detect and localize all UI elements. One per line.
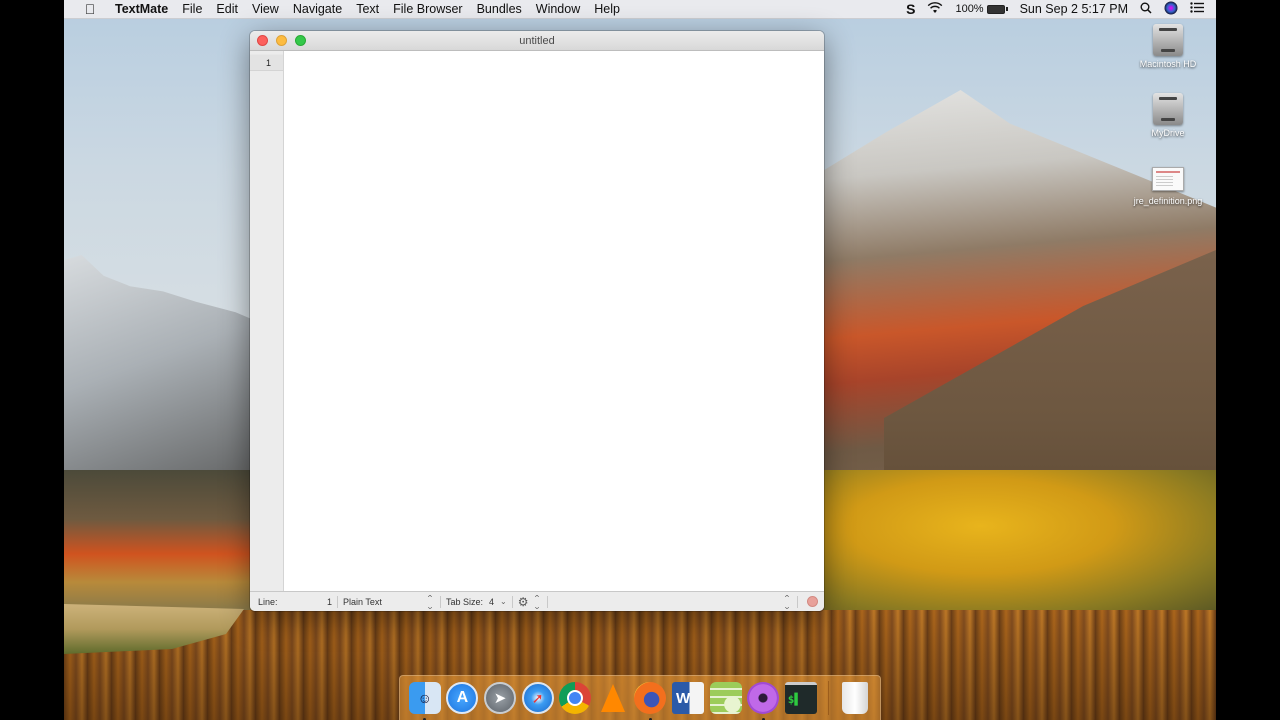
status-s-icon[interactable]: S	[906, 1, 915, 17]
menu-help[interactable]: Help	[587, 0, 627, 19]
battery-icon	[986, 4, 1005, 14]
dock-chrome[interactable]	[559, 681, 592, 715]
apple-icon[interactable]: 	[78, 1, 102, 17]
hard-drive-icon	[1153, 93, 1183, 125]
desktop-icon-mydrive[interactable]: MyDrive	[1120, 93, 1216, 138]
app-store-icon: A	[446, 682, 479, 714]
dock-finder[interactable]: ☺	[408, 681, 441, 720]
dock-database-browser[interactable]	[709, 681, 742, 715]
dock-app-store[interactable]: A	[446, 681, 479, 715]
text-editor-area[interactable]	[284, 51, 824, 591]
finder-icon: ☺	[408, 682, 441, 714]
terminal-icon: $▌	[784, 682, 817, 714]
wifi-icon[interactable]	[927, 1, 943, 17]
macro-record-button[interactable]	[807, 596, 818, 607]
battery-indicator[interactable]: 100%	[955, 3, 1008, 15]
firefox-icon	[634, 682, 667, 714]
tab-size-label: Tab Size:	[446, 596, 484, 607]
flower-icon	[747, 682, 780, 714]
dock-flower-app[interactable]	[747, 681, 780, 720]
chevron-updown-icon: ^ ^	[534, 594, 539, 609]
desktop-icon-jre-definition[interactable]: jre_definition.png	[1120, 167, 1216, 206]
clock[interactable]: Sun Sep 2 5:17 PM	[1020, 2, 1128, 16]
divider	[440, 595, 441, 608]
desktop-icon-macintosh-hd[interactable]: Macintosh HD	[1120, 24, 1216, 69]
menu-bar:  TextMate File Edit View Navigate Text …	[64, 0, 1216, 19]
vlc-cone-icon	[600, 684, 625, 712]
battery-percent: 100%	[955, 3, 984, 15]
line-number-gutter[interactable]: 1	[250, 51, 284, 591]
grammar-popup[interactable]: Plain Text ^ ^	[343, 592, 435, 611]
menu-file-browser[interactable]: File Browser	[386, 0, 469, 19]
wallpaper-trees-right	[824, 470, 1216, 610]
menu-app-textmate[interactable]: TextMate	[108, 0, 175, 19]
desktop-icon-label: MyDrive	[1151, 128, 1185, 138]
menu-window[interactable]: Window	[529, 0, 587, 19]
line-label: Line:	[258, 596, 278, 607]
window-title: untitled	[519, 34, 555, 47]
dock-vlc[interactable]	[596, 681, 629, 715]
minimize-button[interactable]	[276, 35, 287, 46]
spotlight-search-icon[interactable]	[1140, 2, 1152, 17]
hard-drive-icon	[1153, 24, 1183, 56]
dock-word[interactable]: W	[671, 681, 705, 715]
menu-navigate[interactable]: Navigate	[286, 0, 349, 19]
menu-text[interactable]: Text	[349, 0, 386, 19]
tab-size-popup[interactable]: Tab Size: 4 ⌄	[446, 592, 507, 611]
menu-view[interactable]: View	[245, 0, 286, 19]
editor: 1	[250, 51, 824, 591]
dock-firefox[interactable]	[634, 681, 667, 720]
divider	[546, 595, 548, 608]
dock-trash[interactable]	[839, 681, 872, 715]
dock-separator	[827, 681, 829, 715]
wallpaper-trees-left	[64, 470, 264, 610]
line-number-field[interactable]: 1	[316, 597, 332, 607]
dock-launchpad[interactable]: ➤	[483, 681, 517, 715]
close-button[interactable]	[257, 35, 268, 46]
chrome-icon	[559, 682, 592, 714]
divider	[511, 595, 513, 608]
database-search-icon	[709, 682, 742, 714]
chevron-down-icon: ⌄	[500, 597, 507, 606]
grammar-label: Plain Text	[343, 596, 382, 607]
dock-safari[interactable]: ➚	[521, 681, 554, 715]
gear-icon: ⚙	[517, 594, 529, 609]
tab-size-value: 4	[489, 596, 495, 607]
menu-file[interactable]: File	[175, 0, 209, 19]
status-bar: Line: 1 Plain Text ^ ^ Tab Size: 4 ⌄ ⚙ ^ ^…	[250, 591, 824, 611]
dock-terminal[interactable]: $▌	[784, 681, 817, 715]
image-file-icon	[1152, 167, 1184, 191]
window-titlebar[interactable]: untitled	[250, 31, 824, 51]
desktop-icon-label: jre_definition.png	[1133, 196, 1203, 206]
word-icon: W	[671, 682, 704, 714]
line-number: 1	[250, 54, 283, 71]
desktop-icon-label: Macintosh HD	[1139, 59, 1197, 69]
menu-bundles[interactable]: Bundles	[470, 0, 529, 19]
launchpad-rocket-icon: ➤	[483, 682, 516, 714]
divider	[337, 595, 338, 608]
symbol-popup[interactable]: ^ ^	[782, 594, 792, 610]
divider	[797, 595, 798, 608]
bundle-actions-popup[interactable]: ⚙ ^ ^	[518, 592, 542, 611]
notification-center-icon[interactable]	[1190, 2, 1204, 16]
battery-tip	[1005, 7, 1008, 11]
dock: ☺ A ➤ ➚ W $▌	[399, 675, 881, 720]
zoom-button[interactable]	[295, 35, 306, 46]
menu-edit[interactable]: Edit	[209, 0, 245, 19]
safari-compass-icon: ➚	[521, 682, 554, 714]
siri-icon[interactable]	[1164, 1, 1178, 18]
trash-icon	[842, 682, 869, 714]
textmate-window: untitled 1 Line: 1 Plain Text ^ ^ Tab Siz…	[250, 31, 824, 611]
chevron-updown-icon: ^ ^	[428, 594, 432, 609]
